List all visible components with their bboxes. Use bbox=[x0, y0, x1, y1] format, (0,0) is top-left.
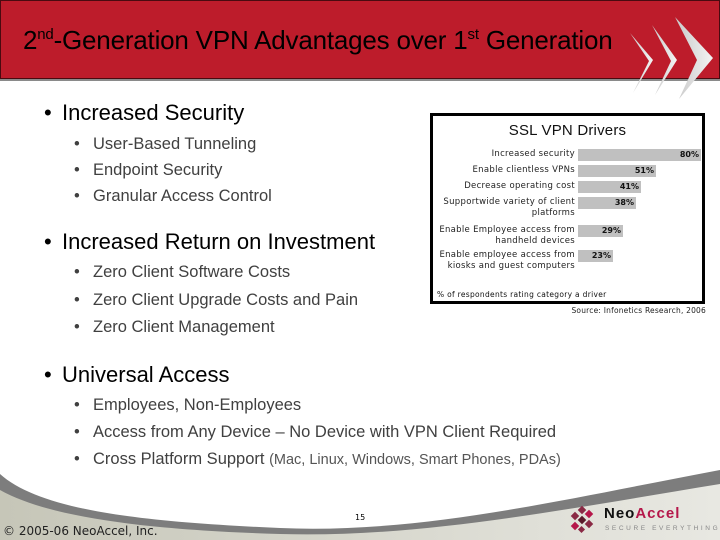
sub-bullet-label: Granular Access Control bbox=[93, 187, 272, 205]
sub-bullet: • Zero Client Upgrade Costs and Pain bbox=[74, 291, 358, 310]
bullet-dot: • bbox=[44, 362, 52, 387]
logo-wordmark: NeoAccel bbox=[604, 505, 680, 522]
diamond-grid-icon bbox=[570, 505, 594, 534]
chart-category-label-line: kiosks and guest computers bbox=[447, 261, 575, 271]
chevron-3 bbox=[675, 17, 713, 99]
sub-bullet: • Granular Access Control bbox=[74, 187, 272, 206]
chart-category-label: Supportwide variety of client platforms bbox=[425, 197, 575, 219]
sub-bullet: • Employees, Non-Employees bbox=[74, 396, 301, 415]
bullet-dot: • bbox=[74, 187, 80, 205]
chart-source: Source: Infonetics Research, 2006 bbox=[571, 306, 706, 315]
logo-tagline: SECURE EVERYTHING bbox=[605, 525, 720, 532]
chart-footnote: % of respondents rating category a drive… bbox=[437, 290, 607, 299]
chart-category-label-line: handheld devices bbox=[495, 236, 575, 246]
bullet-label: Increased Return on Investment bbox=[62, 229, 376, 254]
chart-category-label-line: Supportwide variety of client bbox=[443, 197, 575, 207]
page-number: 15 bbox=[355, 513, 366, 522]
copyright-text: © 2005-06 NeoAccel, Inc. bbox=[3, 524, 158, 538]
chart-category-label: Enable clientless VPNs bbox=[425, 165, 575, 176]
chart-category-label-line: Enable clientless VPNs bbox=[472, 165, 575, 175]
sub-bullet: • User-Based Tunneling bbox=[74, 135, 256, 154]
bullet-dot: • bbox=[74, 318, 80, 336]
bullet-dot: • bbox=[74, 291, 80, 309]
bullet-dot: • bbox=[44, 229, 52, 254]
chart-category-label: Decrease operating cost bbox=[425, 181, 575, 192]
sub-bullet: • Zero Client Management bbox=[74, 318, 275, 337]
ssl-vpn-drivers-chart: SSL VPN Drivers % of respondents rating … bbox=[430, 113, 705, 304]
title-part: Generation bbox=[478, 25, 613, 55]
slide-title: 2nd-Generation VPN Advantages over 1st G… bbox=[23, 25, 613, 56]
title-part: 2 bbox=[23, 25, 38, 55]
title-part: -Generation VPN Advantages over 1 bbox=[53, 25, 468, 55]
title-bar: 2nd-Generation VPN Advantages over 1st G… bbox=[0, 0, 720, 79]
sub-bullet: • Endpoint Security bbox=[74, 161, 222, 180]
chart-category-label: Increased security bbox=[425, 149, 575, 160]
title-superscript: nd bbox=[37, 26, 54, 43]
logo-accel: Accel bbox=[635, 505, 681, 522]
sub-bullet: • Zero Client Software Costs bbox=[74, 263, 290, 282]
sub-bullet-label: Access from Any Device – No Device with … bbox=[93, 423, 557, 441]
chart-category-label-line: Increased security bbox=[491, 149, 575, 159]
bullet-increased-security: • Increased Security bbox=[44, 100, 244, 126]
sub-bullet-label: Endpoint Security bbox=[93, 161, 223, 179]
bullet-increased-roi: • Increased Return on Investment bbox=[44, 229, 375, 255]
bullet-dot: • bbox=[74, 161, 80, 179]
bullet-dot: • bbox=[74, 396, 80, 414]
bullet-dot: • bbox=[74, 263, 80, 281]
bullet-dot: • bbox=[74, 135, 80, 153]
bullet-dot: • bbox=[44, 100, 52, 125]
chart-category-label-line: Enable employee access from bbox=[439, 250, 575, 260]
chevron-1 bbox=[630, 33, 653, 93]
sub-bullet-label: Zero Client Management bbox=[93, 318, 275, 336]
chart-category-label-line: Decrease operating cost bbox=[464, 181, 575, 191]
neoaccel-logo: NeoAccel SECURE EVERYTHING bbox=[567, 503, 720, 537]
chart-category-label: Enable Employee access from handheld devi… bbox=[425, 225, 575, 247]
chart-value-label: 38% bbox=[614, 198, 634, 207]
chart-value-label: 29% bbox=[601, 226, 621, 235]
sub-bullet-label: Zero Client Software Costs bbox=[93, 263, 291, 281]
chevron-2 bbox=[652, 25, 677, 95]
sub-bullet-label: User-Based Tunneling bbox=[93, 135, 257, 153]
logo-neo: Neo bbox=[604, 505, 636, 522]
chart-value-label: 41% bbox=[619, 182, 639, 191]
bullet-universal-access: • Universal Access bbox=[44, 362, 230, 388]
chart-category-label-line: platforms bbox=[531, 208, 575, 218]
sub-bullet-label: Zero Client Upgrade Costs and Pain bbox=[93, 291, 359, 309]
bullet-label: Universal Access bbox=[62, 362, 230, 387]
chart-value-label: 80% bbox=[679, 150, 699, 159]
chart-category-label-line: Enable Employee access from bbox=[439, 225, 575, 235]
sub-bullet-label: Employees, Non-Employees bbox=[93, 396, 302, 414]
bullet-label: Increased Security bbox=[62, 100, 245, 125]
title-superscript: st bbox=[467, 26, 479, 43]
chart-value-label: 23% bbox=[591, 251, 611, 260]
chart-category-label: Enable employee access from kiosks and gu… bbox=[425, 250, 575, 272]
chart-value-label: 51% bbox=[634, 166, 654, 175]
chart-title: SSL VPN Drivers bbox=[508, 122, 627, 139]
chevron-arrows-icon bbox=[630, 17, 713, 99]
